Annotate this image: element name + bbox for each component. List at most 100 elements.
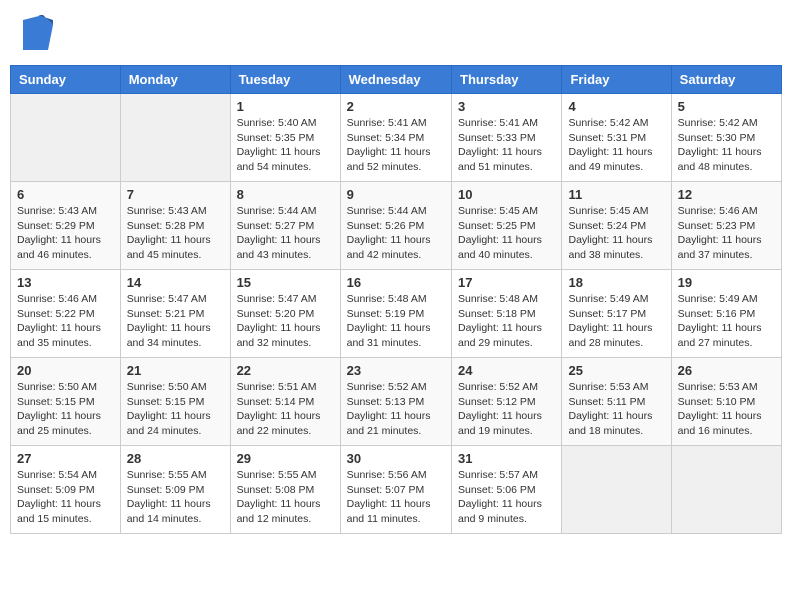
day-header-wednesday: Wednesday bbox=[340, 66, 451, 94]
calendar-cell: 5 Sunrise: 5:42 AM Sunset: 5:30 PM Daylig… bbox=[671, 94, 781, 182]
calendar-cell: 9 Sunrise: 5:44 AM Sunset: 5:26 PM Daylig… bbox=[340, 182, 451, 270]
calendar-cell: 18 Sunrise: 5:49 AM Sunset: 5:17 PM Dayli… bbox=[562, 270, 671, 358]
calendar-cell bbox=[120, 94, 230, 182]
day-info: Sunrise: 5:50 AM Sunset: 5:15 PM Dayligh… bbox=[17, 380, 114, 439]
day-number: 2 bbox=[347, 99, 445, 114]
calendar-cell: 23 Sunrise: 5:52 AM Sunset: 5:13 PM Dayli… bbox=[340, 358, 451, 446]
day-header-tuesday: Tuesday bbox=[230, 66, 340, 94]
day-info: Sunrise: 5:53 AM Sunset: 5:11 PM Dayligh… bbox=[568, 380, 664, 439]
calendar-cell: 28Sunrise: 5:55 AM Sunset: 5:09 PM Dayli… bbox=[120, 446, 230, 534]
day-info: Sunrise: 5:43 AM Sunset: 5:29 PM Dayligh… bbox=[17, 204, 114, 263]
calendar-header-row: SundayMondayTuesdayWednesdayThursdayFrid… bbox=[11, 66, 782, 94]
day-info: Sunrise: 5:49 AM Sunset: 5:16 PM Dayligh… bbox=[678, 292, 775, 351]
day-info: Sunrise: 5:41 AM Sunset: 5:33 PM Dayligh… bbox=[458, 116, 555, 175]
calendar-cell: 12 Sunrise: 5:46 AM Sunset: 5:23 PM Dayli… bbox=[671, 182, 781, 270]
day-info: Sunrise: 5:42 AM Sunset: 5:30 PM Dayligh… bbox=[678, 116, 775, 175]
day-number: 16 bbox=[347, 275, 445, 290]
calendar-cell bbox=[671, 446, 781, 534]
day-number: 22 bbox=[237, 363, 334, 378]
calendar-cell: 2 Sunrise: 5:41 AM Sunset: 5:34 PM Daylig… bbox=[340, 94, 451, 182]
calendar-cell: 20 Sunrise: 5:50 AM Sunset: 5:15 PM Dayli… bbox=[11, 358, 121, 446]
calendar-cell: 26 Sunrise: 5:53 AM Sunset: 5:10 PM Dayli… bbox=[671, 358, 781, 446]
day-number: 20 bbox=[17, 363, 114, 378]
day-number: 23 bbox=[347, 363, 445, 378]
day-header-sunday: Sunday bbox=[11, 66, 121, 94]
calendar-cell: 24Sunrise: 5:52 AM Sunset: 5:12 PM Dayli… bbox=[452, 358, 562, 446]
day-number: 1 bbox=[237, 99, 334, 114]
day-header-monday: Monday bbox=[120, 66, 230, 94]
week-row-1: 1 Sunrise: 5:40 AM Sunset: 5:35 PM Daylig… bbox=[11, 94, 782, 182]
calendar-cell: 29 Sunrise: 5:55 AM Sunset: 5:08 PM Dayli… bbox=[230, 446, 340, 534]
day-info: Sunrise: 5:48 AM Sunset: 5:18 PM Dayligh… bbox=[458, 292, 555, 351]
logo-icon bbox=[23, 15, 53, 50]
calendar-cell bbox=[11, 94, 121, 182]
day-number: 3 bbox=[458, 99, 555, 114]
calendar-cell: 8 Sunrise: 5:44 AM Sunset: 5:27 PM Daylig… bbox=[230, 182, 340, 270]
day-info: Sunrise: 5:50 AM Sunset: 5:15 PM Dayligh… bbox=[127, 380, 224, 439]
day-info: Sunrise: 5:41 AM Sunset: 5:34 PM Dayligh… bbox=[347, 116, 445, 175]
calendar-cell: 10 Sunrise: 5:45 AM Sunset: 5:25 PM Dayli… bbox=[452, 182, 562, 270]
day-number: 10 bbox=[458, 187, 555, 202]
day-number: 26 bbox=[678, 363, 775, 378]
day-info: Sunrise: 5:51 AM Sunset: 5:14 PM Dayligh… bbox=[237, 380, 334, 439]
calendar-cell: 19 Sunrise: 5:49 AM Sunset: 5:16 PM Dayli… bbox=[671, 270, 781, 358]
day-number: 7 bbox=[127, 187, 224, 202]
day-number: 13 bbox=[17, 275, 114, 290]
day-number: 17 bbox=[458, 275, 555, 290]
day-number: 28 bbox=[127, 451, 224, 466]
page-header bbox=[10, 10, 782, 55]
day-info: Sunrise: 5:46 AM Sunset: 5:23 PM Dayligh… bbox=[678, 204, 775, 263]
day-number: 12 bbox=[678, 187, 775, 202]
day-number: 8 bbox=[237, 187, 334, 202]
day-number: 31 bbox=[458, 451, 555, 466]
logo bbox=[20, 15, 53, 50]
week-row-3: 13 Sunrise: 5:46 AM Sunset: 5:22 PM Dayli… bbox=[11, 270, 782, 358]
calendar-cell: 27 Sunrise: 5:54 AM Sunset: 5:09 PM Dayli… bbox=[11, 446, 121, 534]
calendar-cell: 14 Sunrise: 5:47 AM Sunset: 5:21 PM Dayli… bbox=[120, 270, 230, 358]
week-row-4: 20 Sunrise: 5:50 AM Sunset: 5:15 PM Dayli… bbox=[11, 358, 782, 446]
calendar-cell: 1 Sunrise: 5:40 AM Sunset: 5:35 PM Daylig… bbox=[230, 94, 340, 182]
calendar-cell: 22 Sunrise: 5:51 AM Sunset: 5:14 PM Dayli… bbox=[230, 358, 340, 446]
calendar-cell: 21 Sunrise: 5:50 AM Sunset: 5:15 PM Dayli… bbox=[120, 358, 230, 446]
day-number: 29 bbox=[237, 451, 334, 466]
day-number: 14 bbox=[127, 275, 224, 290]
day-number: 19 bbox=[678, 275, 775, 290]
calendar-cell: 11Sunrise: 5:45 AM Sunset: 5:24 PM Dayli… bbox=[562, 182, 671, 270]
day-info: Sunrise: 5:47 AM Sunset: 5:21 PM Dayligh… bbox=[127, 292, 224, 351]
day-info: Sunrise: 5:46 AM Sunset: 5:22 PM Dayligh… bbox=[17, 292, 114, 351]
calendar-cell: 25Sunrise: 5:53 AM Sunset: 5:11 PM Dayli… bbox=[562, 358, 671, 446]
week-row-5: 27 Sunrise: 5:54 AM Sunset: 5:09 PM Dayli… bbox=[11, 446, 782, 534]
day-number: 5 bbox=[678, 99, 775, 114]
day-number: 15 bbox=[237, 275, 334, 290]
day-header-saturday: Saturday bbox=[671, 66, 781, 94]
day-number: 30 bbox=[347, 451, 445, 466]
calendar-cell: 6 Sunrise: 5:43 AM Sunset: 5:29 PM Daylig… bbox=[11, 182, 121, 270]
day-info: Sunrise: 5:40 AM Sunset: 5:35 PM Dayligh… bbox=[237, 116, 334, 175]
day-info: Sunrise: 5:44 AM Sunset: 5:27 PM Dayligh… bbox=[237, 204, 334, 263]
day-number: 4 bbox=[568, 99, 664, 114]
day-number: 21 bbox=[127, 363, 224, 378]
day-info: Sunrise: 5:56 AM Sunset: 5:07 PM Dayligh… bbox=[347, 468, 445, 527]
day-info: Sunrise: 5:45 AM Sunset: 5:25 PM Dayligh… bbox=[458, 204, 555, 263]
day-number: 27 bbox=[17, 451, 114, 466]
day-info: Sunrise: 5:49 AM Sunset: 5:17 PM Dayligh… bbox=[568, 292, 664, 351]
day-header-thursday: Thursday bbox=[452, 66, 562, 94]
day-number: 18 bbox=[568, 275, 664, 290]
day-info: Sunrise: 5:44 AM Sunset: 5:26 PM Dayligh… bbox=[347, 204, 445, 263]
calendar-cell: 31Sunrise: 5:57 AM Sunset: 5:06 PM Dayli… bbox=[452, 446, 562, 534]
day-info: Sunrise: 5:48 AM Sunset: 5:19 PM Dayligh… bbox=[347, 292, 445, 351]
calendar-table: SundayMondayTuesdayWednesdayThursdayFrid… bbox=[10, 65, 782, 534]
day-number: 9 bbox=[347, 187, 445, 202]
day-number: 6 bbox=[17, 187, 114, 202]
day-info: Sunrise: 5:42 AM Sunset: 5:31 PM Dayligh… bbox=[568, 116, 664, 175]
day-info: Sunrise: 5:52 AM Sunset: 5:13 PM Dayligh… bbox=[347, 380, 445, 439]
calendar-cell: 4 Sunrise: 5:42 AM Sunset: 5:31 PM Daylig… bbox=[562, 94, 671, 182]
day-info: Sunrise: 5:45 AM Sunset: 5:24 PM Dayligh… bbox=[568, 204, 664, 263]
day-info: Sunrise: 5:47 AM Sunset: 5:20 PM Dayligh… bbox=[237, 292, 334, 351]
calendar-cell: 15 Sunrise: 5:47 AM Sunset: 5:20 PM Dayli… bbox=[230, 270, 340, 358]
calendar-cell: 3 Sunrise: 5:41 AM Sunset: 5:33 PM Daylig… bbox=[452, 94, 562, 182]
day-info: Sunrise: 5:53 AM Sunset: 5:10 PM Dayligh… bbox=[678, 380, 775, 439]
day-info: Sunrise: 5:54 AM Sunset: 5:09 PM Dayligh… bbox=[17, 468, 114, 527]
day-info: Sunrise: 5:55 AM Sunset: 5:08 PM Dayligh… bbox=[237, 468, 334, 527]
day-info: Sunrise: 5:43 AM Sunset: 5:28 PM Dayligh… bbox=[127, 204, 224, 263]
